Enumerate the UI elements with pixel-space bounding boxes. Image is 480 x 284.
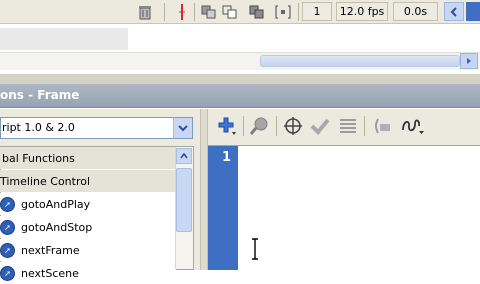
current-frame-field: 1	[302, 2, 332, 21]
code-hint-icon	[375, 118, 390, 134]
edit-multiple-frames-button[interactable]	[248, 3, 266, 21]
checkmark-icon	[310, 118, 330, 135]
add-plus-icon	[218, 117, 236, 135]
action-book-icon: ➚	[0, 265, 15, 281]
chevron-left-icon	[450, 6, 457, 17]
toolbar-separator	[243, 116, 244, 136]
timeline-scroll-track[interactable]	[466, 2, 480, 21]
action-book-icon: ➚	[0, 219, 15, 235]
magnifier-icon	[250, 117, 268, 135]
stage-scroll-right-button[interactable]	[460, 53, 478, 69]
toolbar-separator	[194, 3, 195, 21]
panel-divider	[0, 74, 480, 84]
stage-scroll-thumb[interactable]	[260, 55, 460, 67]
toolbox-scroll-thumb[interactable]	[176, 168, 192, 232]
elapsed-time-value: 0.0s	[403, 5, 428, 18]
script-editor[interactable]	[208, 145, 480, 270]
auto-format-icon	[340, 119, 356, 133]
toolbox-item-gotoandplay[interactable]: ➚ gotoAndPlay	[0, 193, 176, 215]
find-button[interactable]	[250, 116, 270, 136]
chevron-up-icon	[180, 153, 188, 159]
onion-outline-icon	[222, 5, 237, 19]
show-code-hint-button[interactable]	[372, 116, 392, 136]
toolbox-item-label: bal Functions	[2, 151, 75, 165]
panel-title: ons - Frame	[0, 88, 80, 102]
line-number: 1	[222, 150, 232, 165]
pane-splitter[interactable]	[200, 109, 208, 270]
multiple-frames-icon	[249, 5, 264, 19]
language-version-value: ript 1.0 & 2.0	[2, 121, 75, 134]
toolbox-scroll-up-button[interactable]	[176, 148, 192, 164]
add-action-button[interactable]	[217, 116, 237, 136]
timeline-scroll-left-button[interactable]	[444, 2, 464, 21]
onion-skin-outlines-button[interactable]	[221, 3, 239, 21]
toolbar-separator	[276, 116, 277, 136]
delete-layer-button[interactable]	[136, 3, 154, 21]
toolbox-item-gotoandstop[interactable]: ➚ gotoAndStop	[0, 216, 176, 238]
check-syntax-button[interactable]	[310, 116, 330, 136]
onion-skin-icon	[201, 5, 216, 19]
debug-options-button[interactable]	[400, 116, 426, 136]
toolbox-item-nextframe[interactable]: ➚ nextFrame	[0, 239, 176, 261]
toolbox-item-label: gotoAndPlay	[21, 197, 91, 211]
insert-target-path-button[interactable]	[283, 116, 303, 136]
center-frame-button[interactable]	[173, 3, 191, 21]
toolbar-separator	[164, 3, 165, 21]
frame-rate-field: 12.0 fps	[336, 2, 388, 21]
chevron-down-icon	[178, 125, 188, 132]
auto-format-button[interactable]	[338, 116, 358, 136]
toolbox-item-nextscene[interactable]: ➚ nextScene	[0, 262, 176, 284]
elapsed-time-field: 0.0s	[393, 2, 438, 21]
onion-skin-button[interactable]	[200, 3, 218, 21]
onion-markers-icon	[275, 5, 291, 19]
action-book-icon: ➚	[0, 242, 15, 258]
toolbar-separator	[298, 3, 299, 21]
current-frame-value: 1	[313, 5, 321, 18]
ibeam-cursor-icon	[250, 238, 260, 260]
action-book-icon: ➚	[0, 196, 15, 212]
language-dropdown-button[interactable]	[173, 118, 192, 138]
trash-icon	[139, 6, 151, 20]
toolbox-category-timeline-control[interactable]: Timeline Control	[0, 170, 176, 192]
arrow-right-icon	[467, 58, 471, 64]
frame-rate-value: 12.0 fps	[339, 5, 385, 18]
crosshair-target-icon	[284, 117, 302, 135]
toolbar-separator	[364, 116, 365, 136]
toolbox-item-label: nextScene	[21, 266, 79, 280]
toolbox-item-label: Timeline Control	[0, 174, 91, 188]
modify-onion-markers-button[interactable]	[274, 3, 292, 21]
toolbox-item-label: gotoAndStop	[21, 220, 93, 234]
toolbox-item-label: nextFrame	[21, 243, 80, 257]
playhead-marker-icon	[179, 4, 185, 20]
debug-options-icon	[402, 119, 424, 134]
stage-pasteboard	[0, 28, 128, 50]
toolbox-category-global-functions[interactable]: bal Functions	[0, 147, 176, 169]
